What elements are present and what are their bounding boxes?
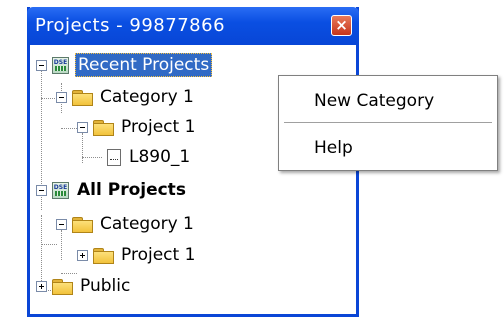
menu-item-label: Help bbox=[314, 138, 353, 158]
tree-line bbox=[82, 157, 102, 158]
dse-icon: DSE bbox=[52, 56, 69, 74]
menu-item-label: New Category bbox=[314, 91, 435, 111]
context-menu: New Category Help bbox=[278, 75, 498, 171]
tree-label-project: Project 1 bbox=[121, 117, 196, 137]
window-title: Projects - 99877866 bbox=[35, 15, 226, 36]
title-bar[interactable]: Projects - 99877866 × bbox=[27, 7, 359, 45]
tree-label-public: Public bbox=[80, 276, 131, 296]
tree-node-category[interactable]: Category 1 bbox=[56, 211, 196, 237]
tree-node-recent-projects[interactable]: DSE Recent Projects bbox=[36, 52, 213, 78]
menu-separator bbox=[284, 122, 492, 123]
tree-label-all-projects: All Projects bbox=[77, 180, 186, 200]
tree-label-file: L890_1 bbox=[129, 147, 191, 167]
menu-item-new-category[interactable]: New Category bbox=[280, 84, 496, 118]
folder-icon bbox=[72, 89, 93, 106]
menu-item-help[interactable]: Help bbox=[280, 131, 496, 165]
folder-icon bbox=[93, 119, 114, 136]
tree-node-public[interactable]: Public bbox=[36, 273, 132, 299]
tree-node-category[interactable]: Category 1 bbox=[56, 84, 196, 110]
folder-icon bbox=[72, 216, 93, 233]
expand-icon[interactable] bbox=[77, 249, 88, 261]
tree-label-category: Category 1 bbox=[100, 214, 194, 234]
collapse-icon[interactable] bbox=[56, 218, 67, 230]
tree-label-project: Project 1 bbox=[121, 245, 196, 265]
tree-node-project[interactable]: Project 1 bbox=[77, 114, 197, 140]
dse-icon: DSE bbox=[52, 181, 69, 199]
close-button[interactable]: × bbox=[331, 15, 352, 36]
tree-line bbox=[41, 98, 57, 99]
tree-node-all-projects[interactable]: DSE All Projects bbox=[36, 177, 188, 203]
tree-node-file[interactable]: L890_1 bbox=[102, 144, 192, 170]
collapse-icon[interactable] bbox=[36, 59, 47, 71]
folder-icon bbox=[93, 247, 114, 264]
collapse-icon[interactable] bbox=[36, 184, 47, 196]
folder-icon bbox=[52, 278, 73, 295]
expand-icon[interactable] bbox=[36, 280, 47, 292]
collapse-icon[interactable] bbox=[77, 121, 88, 133]
tree-line bbox=[41, 244, 57, 245]
document-icon bbox=[107, 148, 121, 166]
tree-line bbox=[61, 128, 77, 129]
close-icon: × bbox=[335, 16, 348, 34]
tree-node-project[interactable]: Project 1 bbox=[77, 242, 197, 268]
collapse-icon[interactable] bbox=[56, 91, 67, 103]
tree-label-recent-projects: Recent Projects bbox=[75, 53, 213, 77]
tree-label-category: Category 1 bbox=[100, 87, 194, 107]
